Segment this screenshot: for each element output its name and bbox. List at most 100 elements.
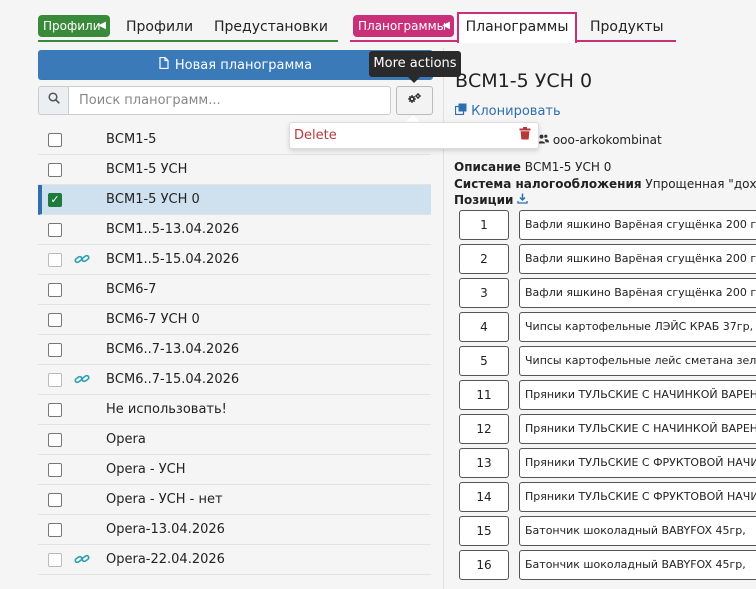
tab-presets[interactable]: Предустановки bbox=[214, 12, 328, 42]
position-product-field[interactable]: Батончик шоколадный BABYFOX 45гр, bbox=[519, 516, 756, 546]
tooltip-arrow bbox=[408, 77, 420, 83]
planogram-row[interactable]: ВСМ1-5 УСН bbox=[38, 155, 431, 185]
planogram-name: Opera - УСН - нет bbox=[106, 492, 223, 507]
planogram-name: ВСМ6..7-13.04.2026 bbox=[106, 342, 240, 357]
tax-system-line: Система налогообложения Упрощенная "дохо… bbox=[454, 177, 756, 191]
planogram-title: ВСМ1-5 УСН 0 bbox=[455, 70, 593, 92]
position-number-field[interactable]: 5 bbox=[459, 346, 509, 376]
row-checkbox[interactable]: ✓ bbox=[48, 193, 62, 207]
position-number-field[interactable]: 1 bbox=[459, 210, 509, 240]
caret-left-icon: ◀ bbox=[98, 20, 106, 31]
row-checkbox[interactable] bbox=[48, 493, 62, 507]
row-checkbox[interactable] bbox=[48, 163, 62, 177]
clone-icon bbox=[454, 103, 471, 119]
planogram-name: Opera-22.04.2026 bbox=[106, 552, 225, 567]
position-number-field[interactable]: 11 bbox=[459, 380, 509, 410]
position-number-field[interactable]: 2 bbox=[459, 244, 509, 274]
position-row: 12 Пряники ТУЛЬСКИЕ С НАЧИНКОЙ ВАРЕН bbox=[459, 414, 756, 444]
trash-icon[interactable] bbox=[519, 127, 531, 144]
search-input[interactable] bbox=[68, 86, 391, 115]
row-checkbox[interactable] bbox=[48, 523, 62, 537]
row-checkbox[interactable] bbox=[48, 553, 62, 567]
planogram-row[interactable]: ВСМ6..7-15.04.2026 bbox=[38, 365, 431, 395]
position-row: 14 Пряники ТУЛЬСКИЕ С ФРУКТОВОЙ НАЧИ bbox=[459, 482, 756, 512]
planogram-row[interactable]: Opera - УСН bbox=[38, 455, 431, 485]
position-number-field[interactable]: 15 bbox=[459, 516, 509, 546]
position-product-field[interactable]: Вафли яшкино Варёная сгущёнка 200 г bbox=[519, 210, 756, 240]
tab-products[interactable]: Продукты bbox=[590, 12, 664, 42]
row-checkbox[interactable] bbox=[48, 133, 62, 147]
profiles-section-badge[interactable]: Профили ◀ bbox=[38, 15, 110, 37]
position-number-field[interactable]: 13 bbox=[459, 448, 509, 478]
position-product-field[interactable]: Пряники ТУЛЬСКИЕ С НАЧИНКОЙ ВАРЕН bbox=[519, 380, 756, 410]
position-number-field[interactable]: 3 bbox=[459, 278, 509, 308]
position-row: 11 Пряники ТУЛЬСКИЕ С НАЧИНКОЙ ВАРЕН bbox=[459, 380, 756, 410]
row-checkbox[interactable] bbox=[48, 463, 62, 477]
row-checkbox[interactable] bbox=[48, 283, 62, 297]
download-icon[interactable] bbox=[517, 193, 528, 207]
planogram-row[interactable]: ВСМ1..5-15.04.2026 bbox=[38, 245, 431, 275]
top-navigation: Профили ◀ Профили Предустановки Планогра… bbox=[0, 0, 756, 44]
planogram-name: ВСМ1-5 УСН 0 bbox=[106, 192, 200, 207]
planogram-row[interactable]: ✓ ВСМ1-5 УСН 0 bbox=[38, 185, 431, 215]
tab-profiles[interactable]: Профили bbox=[126, 12, 193, 42]
row-checkbox[interactable] bbox=[48, 343, 62, 357]
position-product-field[interactable]: Пряники ТУЛЬСКИЕ С ФРУКТОВОЙ НАЧИ bbox=[519, 448, 756, 478]
planogram-row[interactable]: Opera-22.04.2026 bbox=[38, 545, 431, 575]
planogram-name: ВСМ6..7-15.04.2026 bbox=[106, 372, 240, 387]
row-checkbox[interactable] bbox=[48, 223, 62, 237]
more-actions-button[interactable] bbox=[396, 86, 433, 115]
planogram-row[interactable]: Не использовать! bbox=[38, 395, 431, 425]
row-checkbox[interactable] bbox=[48, 253, 62, 267]
position-row: 2 Вафли яшкино Варёная сгущёнка 200 г bbox=[459, 244, 756, 274]
position-product-field[interactable]: Чипсы картофельные ЛЭЙС КРАБ 37гр, bbox=[519, 312, 756, 342]
planogram-name: ВСМ1..5-15.04.2026 bbox=[106, 252, 240, 267]
position-product-field[interactable]: Пряники ТУЛЬСКИЕ С ФРУКТОВОЙ НАЧИ bbox=[519, 482, 756, 512]
planogram-row[interactable]: ВСМ6-7 УСН 0 bbox=[38, 305, 431, 335]
row-checkbox[interactable] bbox=[48, 433, 62, 447]
planograms-badge-label: Планограммы bbox=[358, 19, 447, 33]
position-product-field[interactable]: Батончик шоколадный BABYFOX 45гр, bbox=[519, 550, 756, 580]
profiles-badge-label: Профили bbox=[43, 19, 101, 33]
planogram-row[interactable]: Opera - УСН - нет bbox=[38, 485, 431, 515]
more-actions-tooltip: More actions bbox=[369, 51, 461, 77]
position-row: 4 Чипсы картофельные ЛЭЙС КРАБ 37гр, bbox=[459, 312, 756, 342]
position-number-field[interactable]: 14 bbox=[459, 482, 509, 512]
description-label: Описание bbox=[454, 160, 521, 174]
clone-link[interactable]: Клонировать bbox=[454, 103, 561, 119]
planogram-name: ВСМ6-7 bbox=[106, 282, 157, 297]
position-product-field[interactable]: Пряники ТУЛЬСКИЕ С НАЧИНКОЙ ВАРЕН bbox=[519, 414, 756, 444]
row-checkbox[interactable] bbox=[48, 403, 62, 417]
new-planogram-label: Новая планограмма bbox=[174, 58, 313, 73]
owner-badge: ooo-arkokombinat bbox=[538, 133, 662, 147]
link-icon bbox=[74, 252, 90, 270]
document-icon bbox=[159, 50, 169, 80]
search-icon bbox=[38, 86, 68, 115]
position-number-field[interactable]: 4 bbox=[459, 312, 509, 342]
row-checkbox[interactable] bbox=[48, 313, 62, 327]
row-checkbox[interactable] bbox=[48, 373, 62, 387]
position-row: 5 Чипсы картофельные лейс сметана зел bbox=[459, 346, 756, 376]
position-number-field[interactable]: 12 bbox=[459, 414, 509, 444]
link-icon bbox=[74, 372, 90, 390]
position-product-field[interactable]: Вафли яшкино Варёная сгущёнка 200 г bbox=[519, 244, 756, 274]
position-product-field[interactable]: Чипсы картофельные лейс сметана зел bbox=[519, 346, 756, 376]
planogram-row[interactable]: Opera bbox=[38, 425, 431, 455]
position-number-field[interactable]: 16 bbox=[459, 550, 509, 580]
profiles-group-underline bbox=[38, 40, 338, 42]
planogram-row[interactable]: ВСМ6-7 bbox=[38, 275, 431, 305]
planogram-name: Opera-13.04.2026 bbox=[106, 522, 225, 537]
planograms-section-badge[interactable]: Планограммы ◀ bbox=[353, 15, 454, 37]
position-row: 15 Батончик шоколадный BABYFOX 45гр, bbox=[459, 516, 756, 546]
tab-planograms[interactable]: Планограммы bbox=[457, 12, 577, 43]
description-value: ВСМ1-5 УСН 0 bbox=[524, 160, 612, 174]
planogram-row[interactable]: ВСМ6..7-13.04.2026 bbox=[38, 335, 431, 365]
positions-heading: Позиции bbox=[454, 193, 528, 207]
planogram-name: Opera - УСН bbox=[106, 462, 186, 477]
planogram-name: ВСМ6-7 УСН 0 bbox=[106, 312, 200, 327]
delete-menu-item[interactable]: Delete bbox=[294, 123, 337, 148]
planogram-name: Opera bbox=[106, 432, 146, 447]
planogram-row[interactable]: Opera-13.04.2026 bbox=[38, 515, 431, 545]
position-product-field[interactable]: Вафли яшкино Варёная сгущёнка 200 г bbox=[519, 278, 756, 308]
planogram-row[interactable]: ВСМ1..5-13.04.2026 bbox=[38, 215, 431, 245]
